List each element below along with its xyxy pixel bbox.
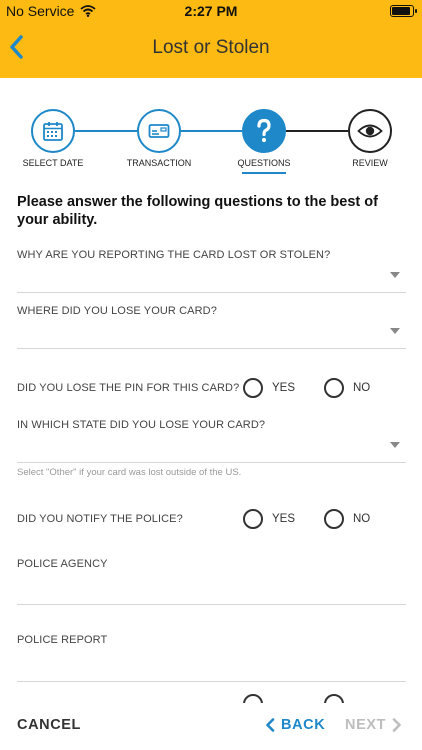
step-label: QUESTIONS	[237, 158, 291, 168]
next-button[interactable]: NEXT	[345, 717, 402, 733]
police-no-label: NO	[353, 513, 371, 525]
card-icon	[148, 124, 170, 138]
status-time: 2:27 PM	[184, 3, 238, 19]
chevron-down-icon[interactable]	[390, 272, 400, 278]
step-connector	[286, 130, 348, 132]
state-lost-select[interactable]	[17, 462, 406, 463]
chevron-right-icon	[392, 718, 401, 732]
pin-no-radio[interactable]	[324, 378, 344, 398]
police-agency-input[interactable]	[17, 604, 406, 605]
next-button-label: NEXT	[345, 717, 387, 733]
cancel-button[interactable]: CANCEL	[17, 717, 81, 733]
police-agency-label: POLICE AGENCY	[17, 558, 108, 570]
form-instructions: Please answer the following questions to…	[17, 194, 378, 228]
step-questions[interactable]	[242, 109, 286, 153]
step-connector	[75, 130, 137, 132]
chevron-left-icon	[266, 718, 275, 732]
progress-stepper: SELECT DATE TRANSACTION QUESTIONS REVIEW	[0, 104, 422, 180]
why-reporting-label: WHY ARE YOU REPORTING THE CARD LOST OR S…	[17, 249, 331, 261]
step-label: REVIEW	[352, 158, 388, 168]
step-transaction[interactable]	[137, 109, 181, 153]
page-title: Lost or Stolen	[152, 37, 270, 58]
chevron-down-icon[interactable]	[390, 328, 400, 334]
bottom-action-bar: CANCEL BACK NEXT	[0, 703, 422, 750]
police-yes-radio[interactable]	[243, 509, 263, 529]
step-label: SELECT DATE	[22, 158, 84, 168]
pin-yes-label: YES	[272, 382, 296, 394]
app-header: No Service 2:27 PM Lost or Stolen	[0, 0, 422, 78]
pin-lost-label: DID YOU LOSE THE PIN FOR THIS CARD?	[17, 382, 240, 394]
back-button[interactable]: BACK	[265, 717, 325, 733]
police-notified-label: DID YOU NOTIFY THE POLICE?	[17, 513, 183, 525]
step-review[interactable]	[348, 109, 392, 153]
step-label: TRANSACTION	[126, 158, 192, 168]
calendar-icon	[43, 122, 63, 141]
state-lost-label: IN WHICH STATE DID YOU LOSE YOUR CARD?	[17, 419, 266, 431]
question-icon	[257, 118, 271, 143]
where-lost-select[interactable]	[17, 348, 406, 349]
status-bar: No Service 2:27 PM	[0, 0, 422, 22]
police-report-input[interactable]	[17, 681, 406, 682]
police-report-label: POLICE REPORT	[17, 634, 108, 646]
pin-yes-radio[interactable]	[243, 378, 263, 398]
state-helper-text: Select "Other" if your card was lost out…	[17, 467, 242, 478]
eye-icon	[357, 124, 383, 138]
where-lost-label: WHERE DID YOU LOSE YOUR CARD?	[17, 305, 217, 317]
back-button-label: BACK	[281, 717, 326, 733]
police-yes-label: YES	[272, 513, 296, 525]
active-step-indicator	[242, 172, 286, 174]
why-reporting-select[interactable]	[17, 292, 406, 293]
battery-icon	[390, 5, 417, 17]
chevron-down-icon[interactable]	[390, 442, 400, 448]
step-connector	[181, 130, 242, 132]
police-no-radio[interactable]	[324, 509, 344, 529]
step-select-date[interactable]	[31, 109, 75, 153]
pin-no-label: NO	[353, 382, 371, 394]
